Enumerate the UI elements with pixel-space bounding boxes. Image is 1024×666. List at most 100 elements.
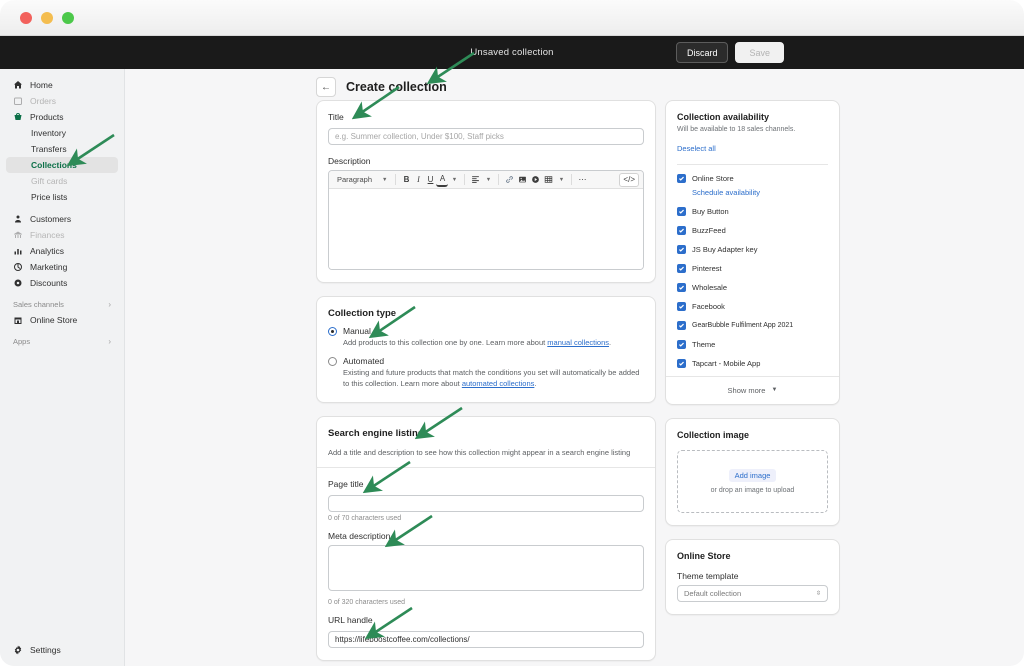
discard-button[interactable]: Discard — [676, 42, 729, 63]
checkbox-js-buy-adapter-key[interactable] — [677, 245, 686, 254]
checkbox-buy-button[interactable] — [677, 207, 686, 216]
sidebar-item-customers[interactable]: Customers — [6, 211, 118, 227]
window-titlebar — [0, 0, 1024, 36]
show-more-button[interactable]: Show more ▼ — [666, 376, 839, 404]
underline-icon[interactable]: U — [424, 172, 436, 187]
automated-collections-link[interactable]: automated collections — [462, 379, 535, 388]
checkbox-wholesale[interactable] — [677, 283, 686, 292]
arrow-left-icon: ← — [321, 82, 331, 93]
close-window-button[interactable] — [20, 12, 32, 24]
channel-row-buy-button[interactable]: Buy Button — [677, 207, 828, 216]
channel-row-js-buy-adapter-key[interactable]: JS Buy Adapter key — [677, 245, 828, 254]
page-title-input[interactable] — [328, 495, 644, 512]
deselect-all-link[interactable]: Deselect all — [677, 144, 716, 153]
chevron-right-icon: › — [108, 300, 111, 309]
channel-label: Buy Button — [692, 207, 729, 216]
sidebar-item-collections[interactable]: Collections — [6, 157, 118, 173]
chevron-down-icon: ▼ — [771, 387, 777, 393]
channel-row-gearbubble-fulfilment-app-2021[interactable]: GearBubble Fulfilment App 2021 — [677, 321, 828, 330]
italic-icon[interactable]: I — [412, 172, 424, 187]
sidebar-item-finances[interactable]: Finances — [6, 227, 118, 243]
seo-card: Search engine listing Add a title and de… — [316, 416, 656, 661]
theme-template-value: Default collection — [684, 589, 741, 598]
url-handle-input[interactable] — [328, 631, 644, 648]
checkbox-facebook[interactable] — [677, 302, 686, 311]
video-icon[interactable] — [529, 172, 542, 187]
checkbox-pinterest[interactable] — [677, 264, 686, 273]
toolbar-divider — [571, 174, 572, 185]
bold-icon[interactable]: B — [400, 172, 412, 187]
radio-automated-help: Existing and future products that match … — [343, 368, 644, 390]
sidebar-item-marketing[interactable]: Marketing — [6, 259, 118, 275]
collection-image-card: Collection image Add image or drop an im… — [665, 418, 840, 526]
toolbar-divider — [395, 174, 396, 185]
seo-heading: Search engine listing — [328, 428, 644, 439]
sidebar-item-inventory[interactable]: Inventory — [6, 125, 118, 141]
sidebar-item-label: Settings — [30, 645, 61, 655]
collection-type-option-manual[interactable]: Manual Add products to this collection o… — [328, 326, 644, 349]
text-color-chevron-down-icon[interactable]: ▼ — [448, 172, 460, 187]
align-icon[interactable] — [469, 172, 482, 187]
meta-description-input[interactable] — [328, 545, 644, 591]
theme-template-select[interactable]: Default collection ⇳ — [677, 585, 828, 602]
sidebar-item-settings[interactable]: Settings — [6, 642, 119, 658]
checkbox-theme[interactable] — [677, 340, 686, 349]
channel-row-tapcart-mobile-app[interactable]: Tapcart - Mobile App — [677, 359, 828, 368]
sidebar-item-products[interactable]: Products — [6, 109, 118, 125]
table-icon[interactable] — [542, 172, 555, 187]
channel-label: BuzzFeed — [692, 226, 726, 235]
save-button[interactable]: Save — [735, 42, 784, 63]
image-dropzone[interactable]: Add image or drop an image to upload — [677, 450, 828, 513]
collection-type-option-automated[interactable]: Automated Existing and future products t… — [328, 356, 644, 390]
manual-collections-link[interactable]: manual collections — [547, 338, 609, 347]
table-chevron-down-icon[interactable]: ▼ — [555, 172, 567, 187]
sidebar-item-gift-cards[interactable]: Gift cards — [6, 173, 118, 189]
sidebar-section-sales-channels[interactable]: Sales channels › — [6, 297, 118, 312]
channel-row-theme[interactable]: Theme — [677, 340, 828, 349]
align-chevron-down-icon[interactable]: ▼ — [482, 172, 494, 187]
online-store-card: Online Store Theme template Default coll… — [665, 539, 840, 615]
checkbox-tapcart-mobile-app[interactable] — [677, 359, 686, 368]
radio-automated[interactable] — [328, 357, 337, 366]
maximize-window-button[interactable] — [62, 12, 74, 24]
paragraph-style-label: Paragraph — [337, 175, 372, 184]
link-icon[interactable] — [503, 172, 516, 187]
sidebar-item-price-lists[interactable]: Price lists — [6, 189, 118, 205]
paragraph-style-dropdown[interactable]: Paragraph ▼ — [333, 175, 391, 184]
sidebar-item-online-store[interactable]: Online Store — [6, 312, 118, 328]
sidebar-item-discounts[interactable]: Discounts — [6, 275, 118, 291]
sidebar-item-home[interactable]: Home — [6, 77, 118, 93]
analytics-icon — [13, 246, 23, 256]
channel-row-pinterest[interactable]: Pinterest — [677, 264, 828, 273]
checkbox-buzzfeed[interactable] — [677, 226, 686, 235]
channel-row-wholesale[interactable]: Wholesale — [677, 283, 828, 292]
checkbox-gearbubble-fulfilment-app-2021[interactable] — [677, 321, 686, 330]
theme-template-label: Theme template — [677, 571, 828, 581]
channel-row-buzzfeed[interactable]: BuzzFeed — [677, 226, 828, 235]
back-button[interactable]: ← — [316, 77, 336, 97]
collection-availability-card: Collection availability Will be availabl… — [665, 100, 840, 405]
schedule-availability-link[interactable]: Schedule availability — [692, 188, 828, 197]
description-label: Description — [328, 156, 644, 166]
checkbox-online-store[interactable] — [677, 174, 686, 183]
toolbar-divider — [464, 174, 465, 185]
code-view-icon[interactable]: </> — [619, 173, 639, 187]
image-icon[interactable] — [516, 172, 529, 187]
channel-label: Pinterest — [692, 264, 722, 273]
sidebar-section-apps[interactable]: Apps › — [6, 334, 118, 349]
more-options-icon[interactable]: ⋯ — [576, 172, 589, 187]
sidebar-item-label: Discounts — [30, 278, 67, 288]
channel-row-facebook[interactable]: Facebook — [677, 302, 828, 311]
sidebar-item-orders[interactable]: Orders — [6, 93, 118, 109]
title-input[interactable] — [328, 128, 644, 145]
text-color-icon[interactable]: A — [436, 172, 448, 187]
description-textarea[interactable] — [329, 189, 643, 269]
sidebar-item-transfers[interactable]: Transfers — [6, 141, 118, 157]
sidebar-item-analytics[interactable]: Analytics — [6, 243, 118, 259]
radio-manual[interactable] — [328, 327, 337, 336]
store-icon — [13, 315, 23, 325]
add-image-button[interactable]: Add image — [729, 469, 777, 482]
minimize-window-button[interactable] — [41, 12, 53, 24]
channel-row-online-store[interactable]: Online Store — [677, 174, 828, 183]
sidebar-item-label: Home — [30, 80, 53, 90]
